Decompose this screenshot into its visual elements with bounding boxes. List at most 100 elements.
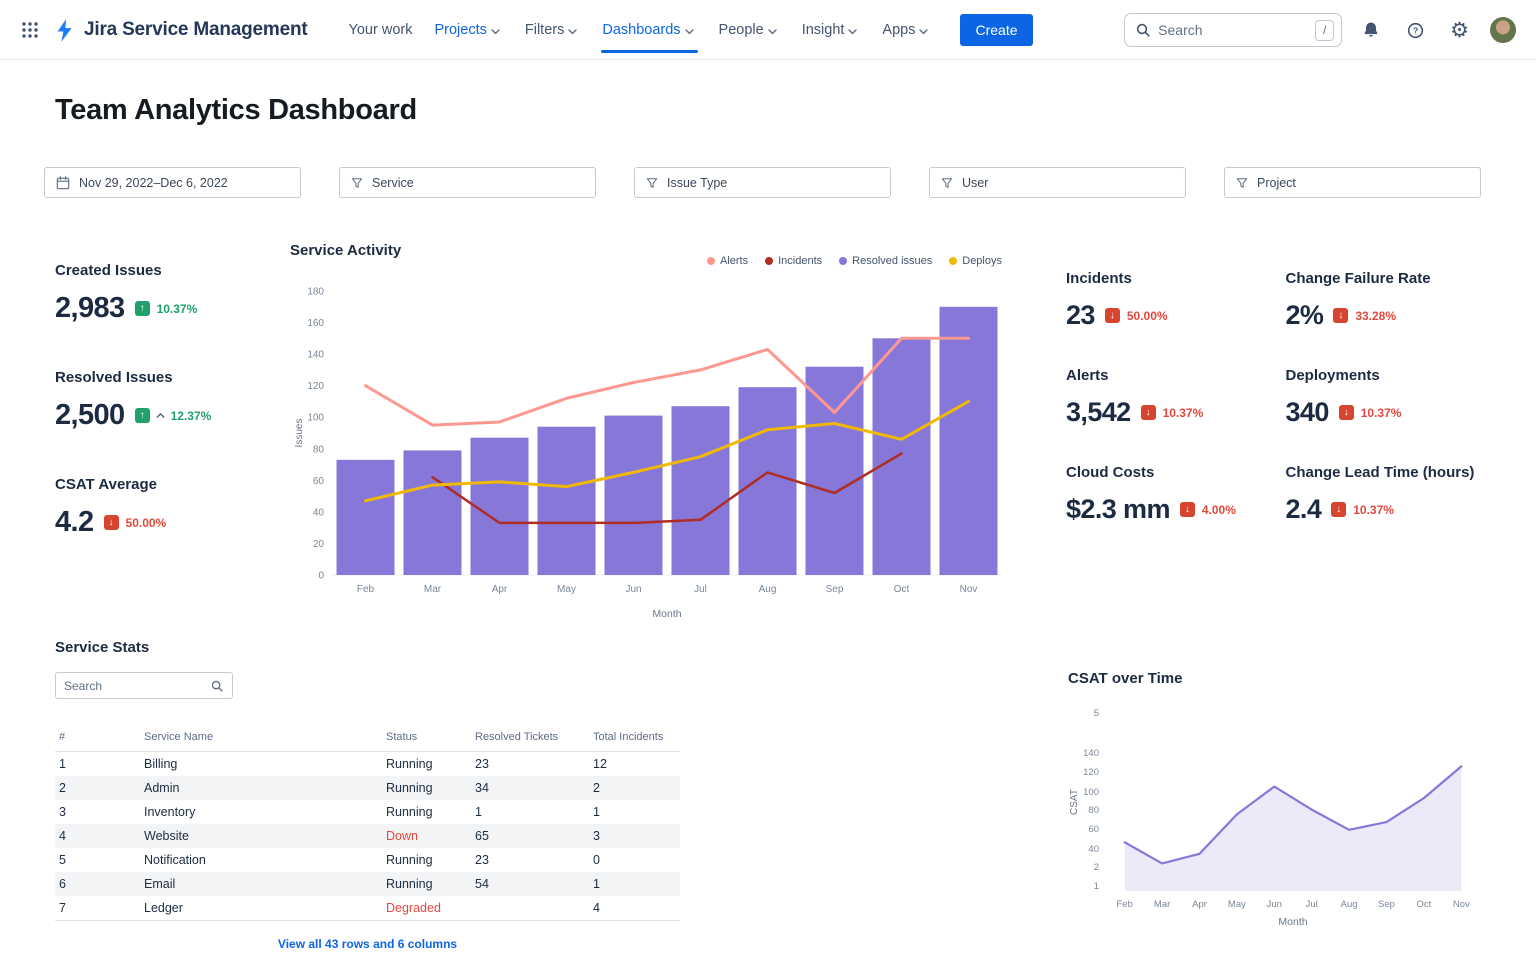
table-row[interactable]: 4WebsiteDown653 [55, 824, 680, 848]
table-cell: Inventory [144, 805, 386, 819]
chevron-down-icon [916, 24, 931, 39]
svg-text:?: ? [1413, 25, 1418, 35]
column-header: Total Incidents [593, 731, 684, 743]
nav-item-filters[interactable]: Filters [514, 0, 591, 60]
nav-item-insight[interactable]: Insight [791, 0, 872, 60]
filter-label: User [962, 176, 988, 190]
kpi-value-row: 23↓50.00% [1066, 300, 1262, 331]
search-icon [1135, 22, 1151, 38]
settings-button[interactable]: ⚙ [1444, 14, 1475, 47]
kpi-change-lead-time-hours: Change Lead Time (hours)2.4↓10.37% [1286, 464, 1482, 525]
nav-item-your-work[interactable]: Your work [338, 0, 424, 60]
svg-text:Mar: Mar [424, 584, 442, 595]
trend-down-icon: ↓ [1105, 308, 1120, 323]
navbar-right: / ? ⚙ [1124, 13, 1516, 47]
table-row[interactable]: 5NotificationRunning230 [55, 848, 680, 872]
chevron-down-icon [765, 24, 780, 39]
kpi-value: 2.4 [1286, 494, 1322, 525]
kpi-cloud-costs: Cloud Costs$2.3 mm↓4.00% [1066, 464, 1262, 525]
table-cell: Running [386, 805, 475, 819]
table-row[interactable]: 7LedgerDegraded4 [55, 896, 680, 920]
csat-chart: 124060801001201405FebMarAprMayJunJulAugS… [1068, 699, 1481, 931]
nav-item-label: Your work [349, 22, 413, 38]
table-cell: 4 [593, 901, 684, 915]
app-switcher-button[interactable] [14, 14, 46, 46]
brand[interactable]: Jira Service Management [54, 18, 308, 43]
svg-text:0: 0 [318, 571, 324, 582]
filter-project[interactable]: Project [1224, 167, 1481, 198]
table-row[interactable]: 1BillingRunning2312 [55, 752, 680, 776]
trend-caret-icon [155, 410, 166, 421]
table-cell: Email [144, 877, 386, 891]
svg-text:Aug: Aug [1341, 899, 1358, 910]
main-content: Team Analytics Dashboard Nov 29, 2022–De… [0, 94, 1536, 951]
svg-text:Month: Month [1278, 916, 1307, 928]
legend-dot-icon [839, 257, 847, 265]
global-search[interactable]: / [1124, 13, 1342, 47]
filter-icon [646, 177, 658, 189]
table-cell: Running [386, 781, 475, 795]
filter-nov-29-2022-dec-6-2022[interactable]: Nov 29, 2022–Dec 6, 2022 [44, 167, 301, 198]
dashboard-top-row: Created Issues2,983↑10.37%Resolved Issue… [55, 240, 1481, 623]
nav-item-projects[interactable]: Projects [423, 0, 513, 60]
table-cell: 1 [593, 877, 684, 891]
nav-item-apps[interactable]: Apps [871, 0, 942, 60]
table-row[interactable]: 6EmailRunning541 [55, 872, 680, 896]
table-cell: Running [386, 877, 475, 891]
nav-item-people[interactable]: People [708, 0, 791, 60]
kpi-value: 23 [1066, 300, 1095, 331]
help-button[interactable]: ? [1400, 15, 1431, 46]
trend-down-icon: ↓ [1141, 405, 1156, 420]
svg-text:Oct: Oct [1417, 899, 1432, 910]
kpi-label: Change Lead Time (hours) [1286, 464, 1482, 481]
column-header: Service Name [144, 731, 386, 743]
column-header: Resolved Tickets [475, 731, 593, 743]
bar-mar [404, 450, 462, 575]
kpi-incidents: Incidents23↓50.00% [1066, 270, 1262, 331]
nav-item-label: Insight [802, 22, 845, 38]
filter-label: Issue Type [667, 176, 727, 190]
view-all-link[interactable]: View all 43 rows and 6 columns [55, 937, 680, 951]
legend-incidents: Incidents [765, 255, 822, 267]
table-row[interactable]: 3InventoryRunning11 [55, 800, 680, 824]
kpi-value: 4.2 [55, 506, 94, 539]
svg-text:100: 100 [1083, 787, 1099, 798]
legend-deploys: Deploys [949, 255, 1002, 267]
kpi-delta: 12.37% [171, 409, 212, 423]
trend-down-icon: ↓ [1339, 405, 1354, 420]
table-cell: 1 [59, 757, 144, 771]
area-fill [1125, 766, 1462, 891]
table-cell: 7 [59, 901, 144, 915]
kpi-csat-average: CSAT Average4.2↓50.00% [55, 476, 290, 539]
svg-text:Nov: Nov [960, 584, 978, 595]
service-stats-table: #Service NameStatusResolved TicketsTotal… [55, 725, 680, 921]
bell-icon [1361, 20, 1381, 40]
table-cell: 4 [59, 829, 144, 843]
chart-legend: AlertsIncidentsResolved issuesDeploys [707, 242, 1002, 267]
nav-item-label: Projects [434, 22, 486, 38]
nav-item-dashboards[interactable]: Dashboards [591, 0, 707, 60]
notifications-button[interactable] [1355, 14, 1387, 46]
filter-issue-type[interactable]: Issue Type [634, 167, 891, 198]
bar-apr [471, 438, 529, 575]
filter-icon [351, 177, 363, 189]
search-shortcut-hint: / [1315, 20, 1334, 41]
table-cell: 2 [59, 781, 144, 795]
legend-label: Alerts [720, 255, 748, 267]
bar-may [538, 427, 596, 575]
page-title: Team Analytics Dashboard [55, 94, 1481, 127]
avatar[interactable] [1490, 17, 1516, 43]
bar-jul [672, 406, 730, 575]
create-button[interactable]: Create [960, 14, 1032, 46]
table-search-input[interactable] [64, 679, 210, 693]
svg-text:Jul: Jul [1306, 899, 1318, 910]
search-input[interactable] [1158, 22, 1308, 38]
filter-user[interactable]: User [929, 167, 1186, 198]
svg-text:Jun: Jun [1267, 899, 1282, 910]
table-search[interactable] [55, 672, 233, 699]
table-row[interactable]: 2AdminRunning342 [55, 776, 680, 800]
table-cell: Admin [144, 781, 386, 795]
legend-label: Incidents [778, 255, 822, 267]
svg-text:Feb: Feb [1117, 899, 1133, 910]
filter-service[interactable]: Service [339, 167, 596, 198]
